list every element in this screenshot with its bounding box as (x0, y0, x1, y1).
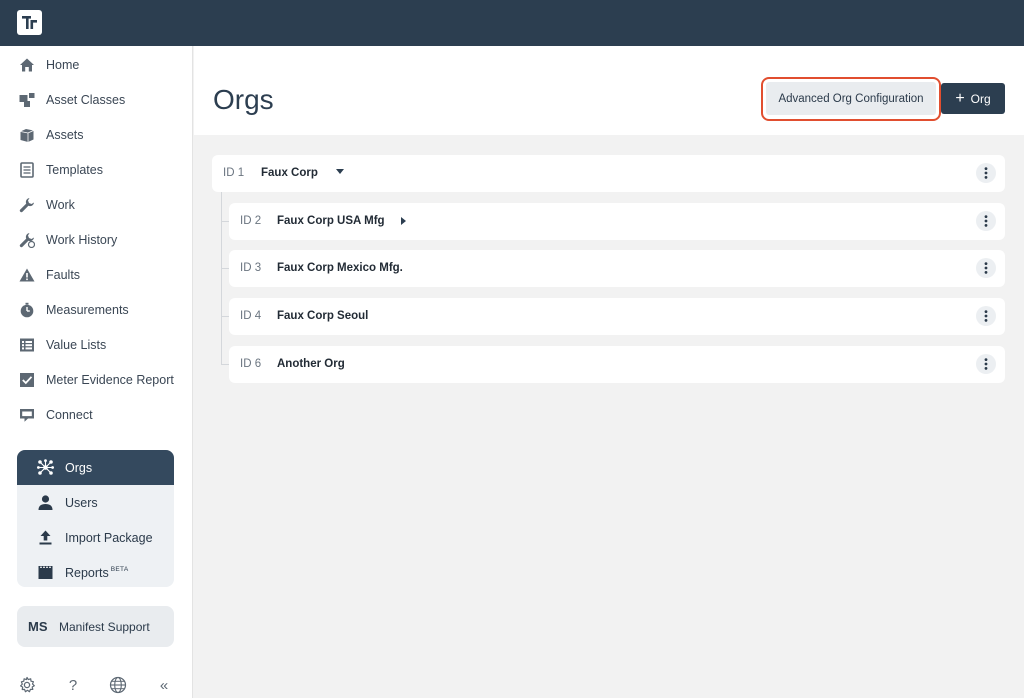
sidebar-item-measurements[interactable]: Measurements (0, 292, 192, 327)
sidebar: Home Asset Classes Assets Templates Work… (0, 46, 193, 698)
tree-connector (221, 268, 229, 269)
org-id: ID 3 (240, 262, 262, 274)
sidebar-item-templates[interactable]: Templates (0, 152, 192, 187)
sidebar-item-label: Meter Evidence Report (46, 372, 174, 387)
more-options-icon[interactable] (976, 163, 996, 183)
org-id: ID 2 (240, 215, 262, 227)
org-row[interactable]: ID 2 Faux Corp USA Mfg (229, 203, 1005, 240)
sidebar-item-import-package[interactable]: Import Package (17, 520, 174, 555)
checkbox-icon (19, 372, 35, 388)
report-icon (37, 564, 54, 581)
stopwatch-icon (19, 302, 35, 318)
add-org-label: Org (970, 91, 991, 106)
org-name: Another Org (277, 358, 345, 370)
sidebar-item-label: Reports BETA (65, 566, 128, 580)
sidebar-item-asset-classes[interactable]: Asset Classes (0, 82, 192, 117)
home-icon (19, 57, 35, 73)
sidebar-item-label: Assets (46, 127, 84, 142)
sidebar-item-meter-evidence-report[interactable]: Meter Evidence Report (0, 362, 192, 397)
help-icon[interactable]: ? (63, 675, 83, 695)
more-options-icon[interactable] (976, 258, 996, 278)
sidebar-item-home[interactable]: Home (0, 47, 192, 82)
org-row[interactable]: ID 3 Faux Corp Mexico Mfg. (229, 250, 1005, 287)
sidebar-item-label: Measurements (46, 302, 129, 317)
user-icon (37, 494, 54, 511)
sidebar-item-label: Work History (46, 232, 118, 247)
org-name: Faux Corp USA Mfg (277, 215, 385, 227)
sidebar-item-connect[interactable]: Connect (0, 397, 192, 432)
tree-connector (221, 192, 222, 365)
sidebar-item-label: Value Lists (46, 337, 107, 352)
globe-icon[interactable] (108, 675, 128, 695)
sidebar-item-assets[interactable]: Assets (0, 117, 192, 152)
more-options-icon[interactable] (976, 354, 996, 374)
sidebar-item-label: Home (46, 57, 80, 72)
tree-connector (221, 221, 229, 222)
asset-classes-icon (19, 92, 35, 108)
tree-connector (221, 364, 229, 365)
org-row[interactable]: ID 4 Faux Corp Seoul (229, 298, 1005, 335)
more-options-icon[interactable] (976, 306, 996, 326)
org-network-icon (37, 459, 54, 476)
sidebar-item-value-lists[interactable]: Value Lists (0, 327, 192, 362)
tracker-logo-icon[interactable] (17, 10, 42, 35)
sidebar-item-label: Asset Classes (46, 92, 126, 107)
top-bar (0, 0, 1024, 46)
org-row[interactable]: ID 6 Another Org (229, 346, 1005, 383)
sidebar-item-label: Templates (46, 162, 103, 177)
sidebar-footer: ? « (0, 672, 192, 698)
collapse-caret-icon[interactable] (336, 169, 344, 174)
org-id: ID 6 (240, 358, 262, 370)
admin-nav-group: Orgs Users Import Package Reports BETA (17, 450, 174, 587)
user-initials: MS (28, 619, 48, 634)
org-name: Faux Corp Seoul (277, 310, 369, 322)
expand-caret-icon[interactable] (401, 217, 406, 225)
org-row-root[interactable]: ID 1 Faux Corp (212, 155, 1005, 192)
warning-icon (19, 267, 35, 283)
chat-icon (19, 407, 35, 423)
org-id: ID 4 (240, 310, 262, 322)
page-header: Orgs Advanced Org Configuration + Org (194, 46, 1024, 135)
org-id: ID 1 (223, 167, 245, 179)
sidebar-item-faults[interactable]: Faults (0, 257, 192, 292)
upload-icon (37, 529, 54, 546)
more-options-icon[interactable] (976, 211, 996, 231)
sidebar-item-users[interactable]: Users (17, 485, 174, 520)
page-title: Orgs (213, 84, 274, 115)
advanced-org-configuration-button[interactable]: Advanced Org Configuration (766, 82, 936, 115)
sidebar-item-work-history[interactable]: Work History (0, 222, 192, 257)
sidebar-item-label: Work (46, 197, 75, 212)
sidebar-item-label: Users (65, 495, 98, 510)
user-name: Manifest Support (59, 619, 150, 634)
reports-label-text: Reports (65, 565, 109, 580)
user-account-button[interactable]: MS Manifest Support (17, 606, 174, 647)
plus-icon: + (955, 89, 965, 107)
beta-badge: BETA (110, 566, 129, 574)
org-name: Faux Corp Mexico Mfg. (277, 262, 403, 274)
wrench-history-icon (19, 232, 35, 248)
settings-gear-icon[interactable] (17, 675, 37, 695)
add-org-button[interactable]: + Org (941, 83, 1005, 114)
wrench-icon (19, 197, 35, 213)
sidebar-item-work[interactable]: Work (0, 187, 192, 222)
sidebar-item-label: Orgs (65, 460, 93, 475)
org-name: Faux Corp (261, 167, 318, 179)
sidebar-item-label: Import Package (65, 530, 153, 545)
sidebar-item-reports[interactable]: Reports BETA (17, 555, 174, 587)
template-icon (19, 161, 35, 178)
sidebar-item-label: Connect (46, 407, 93, 422)
tree-connector (221, 316, 229, 317)
cube-icon (19, 127, 35, 143)
list-icon (19, 337, 35, 353)
sidebar-item-orgs[interactable]: Orgs (17, 450, 174, 485)
collapse-sidebar-icon[interactable]: « (154, 675, 174, 695)
sidebar-item-label: Faults (46, 267, 81, 282)
